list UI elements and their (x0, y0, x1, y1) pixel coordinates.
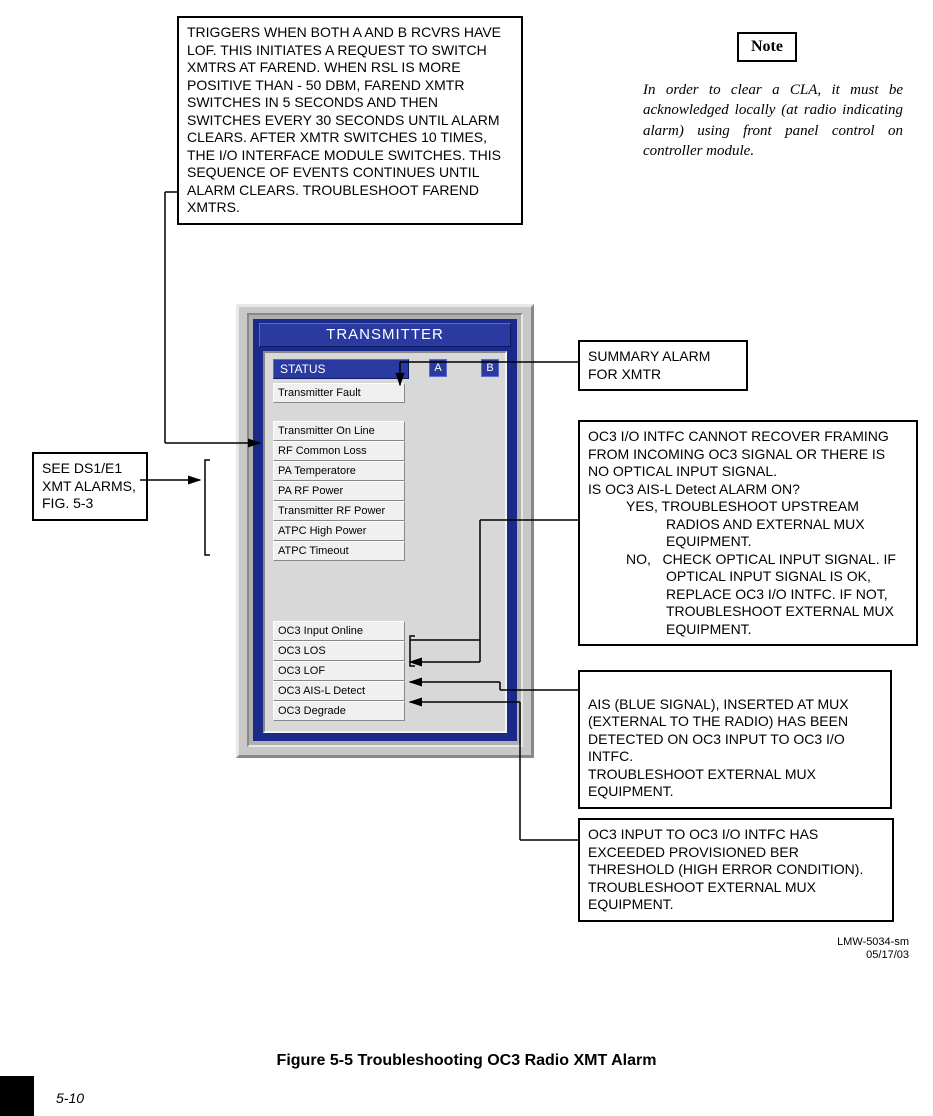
row-tx-rf-power: Transmitter RF Power (273, 501, 405, 521)
status-bar: STATUS (273, 359, 409, 379)
row-text: OC3 LOS (278, 645, 326, 657)
doc-id: LMW-5034-sm 05/17/03 (837, 936, 909, 962)
oc3-intfc-note: OC3 I/O INTFC CANNOT RECOVER FRAMING FRO… (578, 420, 918, 646)
see-ds1-text: SEE DS1/E1 XMT ALARMS, FIG. 5-3 (42, 460, 136, 511)
note-body: In order to clear a CLA, it must be ackn… (643, 80, 903, 161)
triggers-note: TRIGGERS WHEN BOTH A AND B RCVRS HAVE LO… (177, 16, 523, 225)
row-rf-common-loss: RF Common Loss (273, 441, 405, 461)
oc3-intfc-no: NO, CHECK OPTICAL INPUT SIGNAL. IF OPTIC… (588, 551, 908, 639)
oc3-intfc-yes: YES, TROUBLESHOOT UPSTREAM RADIOS AND EX… (588, 498, 908, 551)
oc3-intfc-intro: OC3 I/O INTFC CANNOT RECOVER FRAMING FRO… (588, 428, 908, 481)
row-atpc-timeout: ATPC Timeout (273, 541, 405, 561)
status-text: STATUS (280, 362, 326, 376)
triggers-text: TRIGGERS WHEN BOTH A AND B RCVRS HAVE LO… (187, 24, 501, 215)
row-text: PA Temperatore (278, 465, 356, 477)
row-text: OC3 AIS-L Detect (278, 685, 365, 697)
row-text: Transmitter RF Power (278, 505, 385, 517)
page-number: 5-10 (56, 1090, 84, 1106)
panel-inner: TRANSMITTER STATUS A B Transmitter Fault… (247, 313, 523, 747)
row-text: OC3 Degrade (278, 705, 346, 717)
summary-alarm-text: SUMMARY ALARM FOR XMTR (588, 348, 710, 382)
row-oc3-ais-l: OC3 AIS-L Detect (273, 681, 405, 701)
doc-id-2: 05/17/03 (837, 949, 909, 962)
row-text: RF Common Loss (278, 445, 367, 457)
ais-blue-note: AIS (BLUE SIGNAL), INSERTED AT MUX (EXTE… (578, 670, 892, 809)
row-text: PA RF Power (278, 485, 343, 497)
row-text: OC3 LOF (278, 665, 325, 677)
panel-title: TRANSMITTER (259, 323, 511, 347)
oc3-intfc-question: IS OC3 AIS-L Detect ALARM ON? (588, 481, 908, 499)
row-oc3-degrade: OC3 Degrade (273, 701, 405, 721)
row-text: Transmitter On Line (278, 425, 375, 437)
transmitter-panel: TRANSMITTER STATUS A B Transmitter Fault… (236, 304, 534, 758)
panel-title-text: TRANSMITTER (326, 326, 444, 343)
row-pa-temp: PA Temperatore (273, 461, 405, 481)
row-pa-rf-power: PA RF Power (273, 481, 405, 501)
oc3-ber-text: OC3 INPUT TO OC3 I/O INTFC HAS EXCEEDED … (588, 826, 863, 912)
panel-blue: TRANSMITTER STATUS A B Transmitter Fault… (253, 319, 517, 741)
row-text: ATPC Timeout (278, 545, 349, 557)
badge-b-text: B (486, 362, 493, 374)
row-text: ATPC High Power (278, 525, 366, 537)
row-oc3-input-online: OC3 Input Online (273, 621, 405, 641)
ais-blue-text: AIS (BLUE SIGNAL), INSERTED AT MUX (EXTE… (588, 696, 849, 800)
oc3-ber-note: OC3 INPUT TO OC3 I/O INTFC HAS EXCEEDED … (578, 818, 894, 922)
summary-alarm-note: SUMMARY ALARM FOR XMTR (578, 340, 748, 391)
badge-a-text: A (434, 362, 441, 374)
badge-a: A (429, 359, 447, 377)
row-transmitter-fault: Transmitter Fault (273, 383, 405, 403)
row-text: OC3 Input Online (278, 625, 363, 637)
row-atpc-high: ATPC High Power (273, 521, 405, 541)
see-ds1-note: SEE DS1/E1 XMT ALARMS, FIG. 5-3 (32, 452, 148, 521)
page-tab-marker (0, 1076, 34, 1116)
panel-body: STATUS A B Transmitter Fault Transmitter… (263, 351, 507, 733)
figure-caption: Figure 5-5 Troubleshooting OC3 Radio XMT… (0, 1052, 933, 1070)
row-text: Transmitter Fault (278, 387, 361, 399)
page-number-text: 5-10 (56, 1090, 84, 1106)
row-oc3-lof: OC3 LOF (273, 661, 405, 681)
note-label-text: Note (751, 38, 783, 55)
note-label: Note (737, 32, 797, 62)
row-oc3-los: OC3 LOS (273, 641, 405, 661)
doc-id-1: LMW-5034-sm (837, 936, 909, 949)
note-body-text: In order to clear a CLA, it must be ackn… (643, 82, 903, 159)
badge-b: B (481, 359, 499, 377)
figure-caption-text: Figure 5-5 Troubleshooting OC3 Radio XMT… (277, 1052, 657, 1069)
row-transmitter-online: Transmitter On Line (273, 421, 405, 441)
